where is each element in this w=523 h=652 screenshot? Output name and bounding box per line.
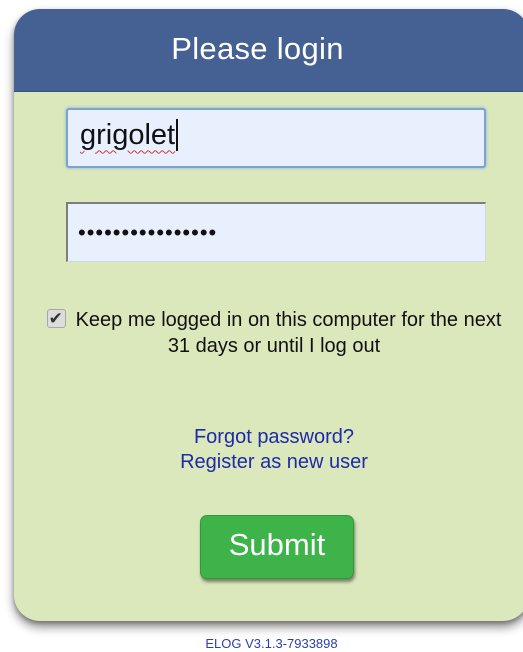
login-card: Please login grigolet •••••••••••••••• ✔… — [14, 9, 523, 621]
submit-button[interactable]: Submit — [200, 515, 354, 579]
keep-logged-in-checkbox[interactable]: ✔ — [46, 309, 66, 329]
username-value: grigolet — [80, 118, 176, 151]
password-input[interactable]: •••••••••••••••• — [66, 202, 486, 262]
account-links: Forgot password? Register as new user — [44, 425, 504, 475]
keep-logged-in-label[interactable]: Keep me logged in on this computer for t… — [76, 309, 502, 357]
keep-logged-in-option: ✔ Keep me logged in on this computer for … — [44, 307, 504, 359]
login-header: Please login — [14, 9, 523, 92]
register-link[interactable]: Register as new user — [44, 450, 504, 475]
username-input[interactable]: grigolet — [66, 108, 486, 168]
checkmark-icon: ✔ — [48, 309, 63, 329]
forgot-password-link[interactable]: Forgot password? — [44, 425, 504, 450]
password-mask: •••••••••••••••• — [78, 219, 218, 245]
text-caret — [176, 119, 179, 151]
version-link[interactable]: ELOG V3.1.3-7933898 — [10, 636, 523, 651]
login-title: Please login — [171, 31, 344, 66]
